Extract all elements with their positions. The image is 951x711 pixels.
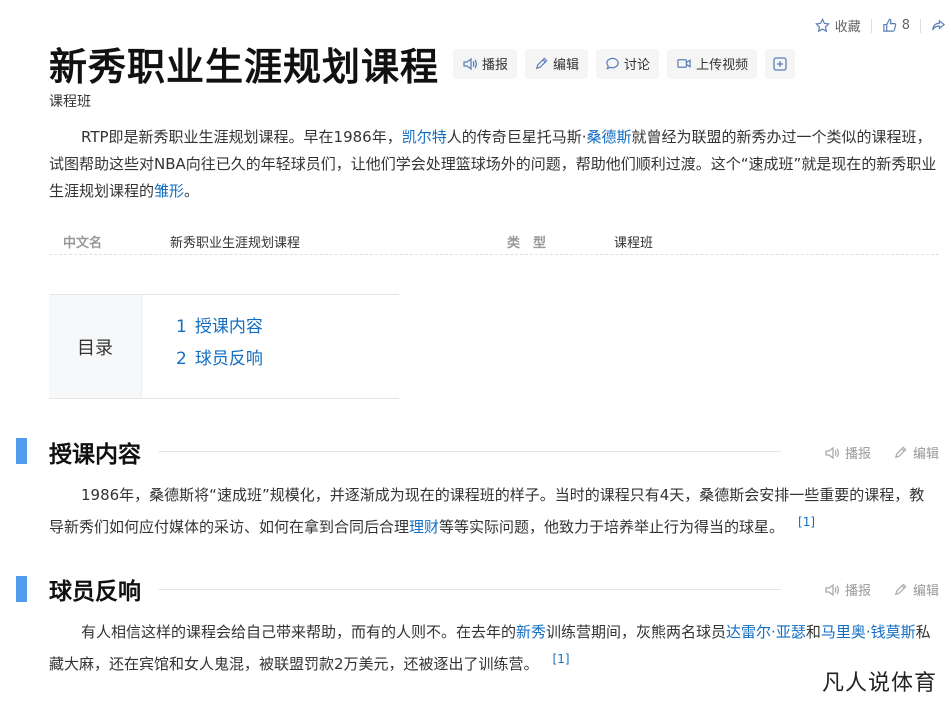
link-darrell-arthur[interactable]: 达雷尔·亚瑟 xyxy=(726,623,806,641)
section-accent-bar xyxy=(16,576,27,602)
watermark: 凡人说体育 xyxy=(821,671,937,696)
speaker-icon xyxy=(825,446,839,459)
favorite-label: 收藏 xyxy=(834,20,861,35)
edit-button[interactable]: 编辑 xyxy=(525,48,589,79)
like-button[interactable]: 8 xyxy=(882,18,910,33)
section-edit-button[interactable]: 编辑 xyxy=(893,580,939,599)
speaker-icon xyxy=(825,583,839,596)
section-title-teaching-content: 授课内容 xyxy=(49,435,151,469)
discuss-button[interactable]: 讨论 xyxy=(596,48,660,79)
play-audio-button[interactable]: 播报 xyxy=(453,48,518,79)
paragraph-text: 和 xyxy=(805,623,821,641)
summary-text: 人的传奇巨星托马斯· xyxy=(446,128,587,146)
table-of-contents: 目录 1 授课内容 2 球员反响 xyxy=(49,294,399,399)
section-title-player-reaction: 球员反响 xyxy=(49,572,151,606)
paragraph-text: 有人相信这样的课程会给自己带来帮助，而有的人则不。在去年的 xyxy=(81,623,517,641)
section-accent-bar xyxy=(16,438,27,464)
upload-video-button[interactable]: 上传视频 xyxy=(667,48,758,79)
paragraph-text: 等等实际问题，他致力于培养举止行为得当的球星。 xyxy=(439,518,785,536)
section-edit-label: 编辑 xyxy=(912,447,939,462)
section-paragraph-teaching-content: 1986年，桑德斯将“速成班”规模化，并逐渐成为现在的课程班的样子。当时的课程只… xyxy=(49,482,939,541)
title-row: 新秀职业生涯规划课程 播报 编辑 讨论 上传视频 xyxy=(49,36,796,91)
info-value-chinese-name: 新秀职业生涯规划课程 xyxy=(170,236,301,251)
toc-item-label: 球员反响 xyxy=(194,349,263,369)
section-edit-label: 编辑 xyxy=(912,584,939,599)
top-actions: 收藏 8 xyxy=(814,16,951,35)
citation-ref[interactable]: [1] xyxy=(798,515,815,529)
link-prototype[interactable]: 雏形 xyxy=(154,182,184,200)
share-icon xyxy=(932,19,946,31)
section-actions: 播报 编辑 xyxy=(824,443,939,462)
summary-text: RTP即是新秀职业生涯规划课程。早在1986年， xyxy=(81,128,402,146)
chat-bubble-icon xyxy=(606,57,619,70)
section-play-label: 播报 xyxy=(844,447,871,462)
add-button[interactable] xyxy=(765,48,796,79)
toc-item-player-reaction[interactable]: 2 球员反响 xyxy=(176,347,263,379)
paragraph-text: 训练营期间，灰熊两名球员 xyxy=(546,623,727,641)
section-edit-button[interactable]: 编辑 xyxy=(893,443,939,462)
upload-video-label: 上传视频 xyxy=(696,58,749,73)
section-play-label: 播报 xyxy=(844,584,871,599)
toc-item-label: 授课内容 xyxy=(194,317,263,337)
divider xyxy=(920,18,921,33)
section-actions: 播报 编辑 xyxy=(824,580,939,599)
info-value-type: 课程班 xyxy=(614,236,654,251)
section-play-button[interactable]: 播报 xyxy=(824,443,871,462)
link-rookie[interactable]: 新秀 xyxy=(516,623,546,641)
favorite-button[interactable]: 收藏 xyxy=(814,16,861,35)
toc-item-teaching-content[interactable]: 1 授课内容 xyxy=(176,315,263,347)
star-icon xyxy=(814,18,830,33)
share-button[interactable] xyxy=(931,18,951,33)
citation-ref[interactable]: [1] xyxy=(553,652,570,666)
pencil-icon xyxy=(894,583,907,596)
toc-label: 目录 xyxy=(49,295,142,398)
link-mario-chalmers[interactable]: 马里奥·钱莫斯 xyxy=(821,623,916,641)
subtitle: 课程班 xyxy=(49,94,91,110)
edit-label: 编辑 xyxy=(553,58,580,73)
summary-paragraph: RTP即是新秀职业生涯规划课程。早在1986年，凯尔特人的传奇巨星托马斯·桑德斯… xyxy=(49,124,939,205)
link-sanders[interactable]: 桑德斯 xyxy=(587,128,632,146)
discuss-label: 讨论 xyxy=(624,58,651,73)
section-paragraph-player-reaction: 有人相信这样的课程会给自己带来帮助，而有的人则不。在去年的新秀训练营期间，灰熊两… xyxy=(49,619,939,678)
summary-text: 。 xyxy=(184,182,200,200)
toc-item-number: 1 xyxy=(176,317,187,337)
link-finance[interactable]: 理财 xyxy=(409,518,439,536)
info-key-chinese-name: 中文名 xyxy=(63,236,103,251)
section-divider xyxy=(158,451,781,452)
section-divider xyxy=(158,589,781,590)
like-count: 8 xyxy=(901,18,910,33)
page-title: 新秀职业生涯规划课程 xyxy=(49,45,440,89)
page: 收藏 8 新秀职业生涯规划课程 播报 编辑 讨论 上传视频 课程班 RTP即是新… xyxy=(0,0,951,711)
basic-info: 中文名 新秀职业生涯规划课程 类 型 课程班 xyxy=(49,226,939,255)
thumb-up-icon xyxy=(882,18,896,32)
pencil-icon xyxy=(535,57,548,70)
section-play-button[interactable]: 播报 xyxy=(824,580,871,599)
link-celtics[interactable]: 凯尔特 xyxy=(402,128,447,146)
play-audio-label: 播报 xyxy=(482,58,509,73)
toc-list: 1 授课内容 2 球员反响 xyxy=(142,295,263,398)
title-toolbar: 播报 编辑 讨论 上传视频 xyxy=(453,48,796,79)
video-camera-icon xyxy=(677,59,691,68)
pencil-icon xyxy=(894,446,907,459)
info-key-type: 类 型 xyxy=(507,236,547,251)
speaker-icon xyxy=(463,57,477,70)
divider xyxy=(870,18,872,33)
toc-item-number: 2 xyxy=(176,349,187,369)
plus-square-icon xyxy=(773,56,787,71)
